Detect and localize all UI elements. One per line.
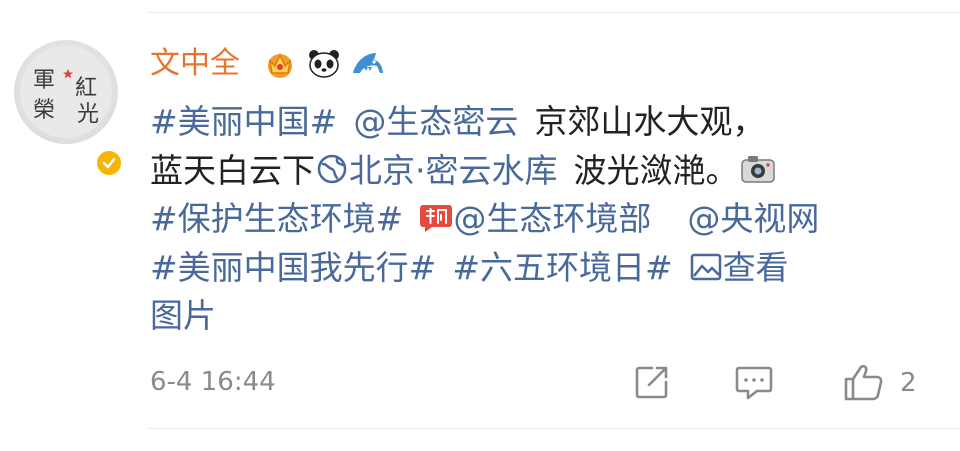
camera-emoji-icon — [739, 151, 777, 200]
gov-account-icon — [419, 199, 453, 248]
location-globe-icon — [317, 154, 347, 183]
avatar-glyph: 紅 — [75, 76, 98, 101]
post-content: #美丽中国# @生态密云 京郊山水大观， 蓝天白云下 北京·密云水库 波光潋滟。 #保护… — [150, 98, 940, 341]
mention-link[interactable]: @生态密云 — [353, 102, 518, 141]
post-timestamp: 6-4 16:44 — [150, 367, 276, 397]
username[interactable]: 文中全 — [150, 44, 240, 84]
verified-badge-icon — [94, 148, 124, 178]
content-line: #美丽中国我先行# #六五环境日# 查看 — [150, 244, 940, 293]
content-line: #美丽中国# @生态密云 京郊山水大观， — [150, 98, 940, 147]
hashtag-link[interactable]: #六五环境日# — [452, 248, 672, 287]
comment-button[interactable] — [733, 362, 775, 402]
repost-icon — [635, 366, 668, 399]
location-name: 北京·密云水库 — [349, 150, 558, 190]
content-line: #保护生态环境# @生态环境部 @央视网 — [150, 195, 940, 244]
like-button[interactable]: 2 — [842, 362, 917, 404]
red-star-icon — [63, 69, 73, 79]
post-text: 京郊山水大观， — [534, 102, 766, 141]
repost-button[interactable] — [632, 362, 672, 402]
content-line: 图片 — [150, 292, 940, 341]
content-line: 蓝天白云下 北京·密云水库 波光潋滟。 — [150, 147, 940, 196]
panda-badge-icon[interactable] — [306, 46, 342, 82]
view-images-label: 查看 — [722, 247, 789, 287]
avatar-glyph: 榮 — [33, 98, 56, 123]
location-link[interactable]: 北京·密云水库 — [315, 151, 558, 190]
shark-badge-icon[interactable] — [350, 46, 386, 82]
like-count: 2 — [900, 368, 917, 398]
comment-icon — [735, 366, 773, 400]
mention-link[interactable]: @生态环境部 — [453, 199, 651, 238]
hashtag-link[interactable]: #美丽中国# — [150, 102, 337, 141]
image-icon — [690, 253, 721, 280]
thumbs-up-icon — [844, 364, 883, 401]
view-images-label[interactable]: 图片 — [150, 296, 216, 335]
avatar-image: 軍 榮 紅 光 — [20, 46, 112, 138]
avatar[interactable]: 軍 榮 紅 光 — [14, 40, 124, 178]
crown-badge-icon[interactable] — [262, 46, 298, 82]
hashtag-link[interactable]: #保护生态环境# — [150, 199, 403, 238]
hashtag-link[interactable]: #美丽中国我先行# — [150, 248, 436, 287]
top-divider — [148, 12, 960, 13]
view-images-link[interactable]: 查看 — [689, 248, 789, 287]
bottom-divider — [148, 428, 960, 429]
avatar-glyph: 軍 — [33, 68, 56, 93]
mention-link[interactable]: @央视网 — [687, 199, 819, 238]
post-text: 波光潋滟。 — [573, 150, 739, 190]
post-text: 蓝天白云下 — [150, 150, 315, 190]
avatar-glyph: 光 — [77, 102, 100, 127]
user-badges — [262, 46, 386, 82]
